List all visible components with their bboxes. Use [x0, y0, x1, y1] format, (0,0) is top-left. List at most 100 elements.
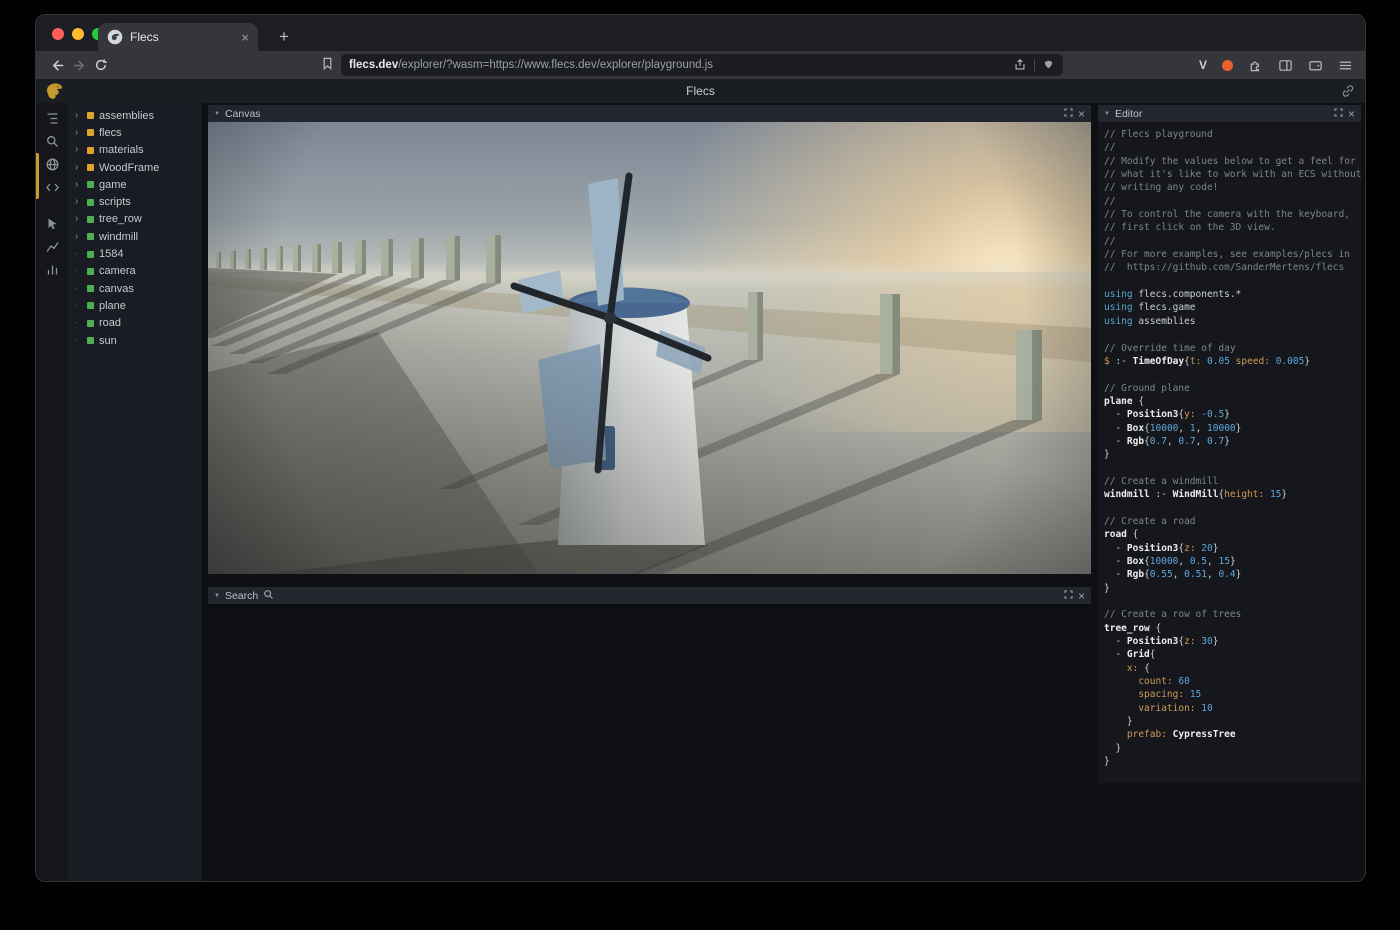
- extension-dot-icon[interactable]: [1222, 60, 1233, 71]
- canvas-panel-header: ▼ Canvas ×: [208, 105, 1091, 122]
- tree-item-flecs[interactable]: ›flecs: [68, 124, 202, 141]
- code-icon[interactable]: [36, 176, 68, 199]
- entity-kind-icon: [87, 268, 94, 275]
- close-window-button[interactable]: [52, 28, 64, 40]
- tree-item-road[interactable]: -road: [68, 315, 202, 332]
- tree-item-tree_row[interactable]: › tree_row: [68, 211, 202, 228]
- url-bar[interactable]: flecs.dev/explorer/?wasm=https://www.fle…: [341, 54, 1063, 76]
- editor-panel-title: Editor: [1115, 108, 1142, 120]
- entity-kind-icon: [87, 181, 94, 188]
- 3d-scene[interactable]: [208, 122, 1091, 574]
- url-text[interactable]: flecs.dev/explorer/?wasm=https://www.fle…: [349, 59, 1013, 71]
- entity-kind-icon: [87, 164, 94, 171]
- editor-code[interactable]: // Flecs playground//// Modify the value…: [1098, 122, 1361, 779]
- tree-item-label: 1584: [99, 248, 123, 260]
- tab-bar: Flecs × +: [36, 15, 1365, 51]
- wallet-icon[interactable]: [1308, 58, 1323, 73]
- leaf-dash-icon: -: [75, 337, 82, 345]
- tree-item-windmill[interactable]: › windmill: [68, 228, 202, 245]
- search-results-area[interactable]: [208, 604, 1091, 881]
- entity-kind-icon: [87, 147, 94, 154]
- back-button[interactable]: [46, 54, 68, 76]
- entity-tree-icon[interactable]: [36, 107, 68, 130]
- view-icon-strip: [36, 103, 68, 882]
- world-icon[interactable]: [36, 153, 68, 176]
- expand-arrow-icon[interactable]: ›: [75, 145, 82, 155]
- reload-button[interactable]: [90, 54, 112, 76]
- tree-item-label: assemblies: [99, 110, 154, 122]
- tree-item-canvas[interactable]: -canvas: [68, 280, 202, 297]
- minimize-window-button[interactable]: [72, 28, 84, 40]
- magnifier-icon: [263, 589, 274, 603]
- tree-item-label: WoodFrame: [99, 162, 159, 174]
- tree-item-plane[interactable]: -plane: [68, 297, 202, 314]
- tree-item-sun[interactable]: - sun: [68, 332, 202, 349]
- expand-arrow-icon[interactable]: ›: [75, 128, 82, 138]
- flecs-explorer-page: Flecs: [36, 79, 1365, 882]
- tree-item-assemblies[interactable]: › assemblies: [68, 107, 202, 124]
- tree-item-scripts[interactable]: ›scripts: [68, 193, 202, 210]
- browser-toolbar: flecs.dev/explorer/?wasm=https://www.fle…: [36, 51, 1365, 79]
- tab-close-icon[interactable]: ×: [241, 31, 249, 44]
- new-tab-button[interactable]: +: [272, 25, 296, 49]
- search-icon[interactable]: [36, 130, 68, 153]
- share-icon[interactable]: [1013, 58, 1027, 72]
- expand-arrow-icon[interactable]: ›: [75, 180, 82, 190]
- bookmark-sidebar-icon[interactable]: [320, 56, 338, 74]
- entity-kind-icon: [87, 251, 94, 258]
- tree-item-1584[interactable]: -1584: [68, 245, 202, 262]
- forward-button[interactable]: [68, 54, 90, 76]
- permalink-icon[interactable]: [1341, 84, 1355, 98]
- url-path: /explorer/?wasm=https://www.flecs.dev/ex…: [398, 59, 713, 71]
- flecs-logo-icon[interactable]: [44, 81, 64, 101]
- vpn-icon[interactable]: V: [1199, 58, 1207, 72]
- browser-window: Flecs × + flecs.dev/explorer/?wasm=https…: [35, 14, 1366, 882]
- chart-icon[interactable]: [36, 235, 68, 258]
- close-panel-icon[interactable]: ×: [1348, 108, 1355, 120]
- search-panel: ▼ Search ×: [208, 587, 1091, 881]
- tab-favicon-icon: [107, 29, 123, 45]
- expand-panel-icon[interactable]: [1334, 108, 1343, 120]
- divider: [1034, 59, 1035, 72]
- tree-item-label: windmill: [99, 231, 138, 243]
- editor-panel: ▼ Editor × // Flecs playground//// Modif…: [1098, 105, 1361, 783]
- expand-panel-icon[interactable]: [1064, 108, 1073, 120]
- entity-kind-icon: [87, 337, 94, 344]
- entity-kind-icon: [87, 302, 94, 309]
- tree-item-camera[interactable]: -camera: [68, 263, 202, 280]
- expand-arrow-icon[interactable]: ›: [75, 111, 82, 121]
- tree-item-label: tree_row: [99, 213, 142, 225]
- expand-arrow-icon[interactable]: ›: [75, 214, 82, 224]
- close-panel-icon[interactable]: ×: [1078, 590, 1085, 602]
- leaf-dash-icon: -: [75, 267, 82, 275]
- collapse-chevron-icon[interactable]: ▼: [1104, 111, 1110, 117]
- entity-kind-icon: [87, 233, 94, 240]
- tree-item-label: road: [99, 317, 121, 329]
- expand-arrow-icon[interactable]: ›: [75, 163, 82, 173]
- expand-arrow-icon[interactable]: ›: [75, 232, 82, 242]
- browser-tab[interactable]: Flecs ×: [98, 23, 258, 51]
- menu-hamburger-icon[interactable]: [1338, 58, 1353, 73]
- tree-item-game[interactable]: ›game: [68, 176, 202, 193]
- tree-item-label: sun: [99, 335, 117, 347]
- stats-icon[interactable]: [36, 258, 68, 281]
- entity-kind-icon: [87, 199, 94, 206]
- side-panel-icon[interactable]: [1278, 58, 1293, 73]
- canvas-3d-view[interactable]: [208, 122, 1091, 574]
- expand-panel-icon[interactable]: [1064, 590, 1073, 602]
- toolbar-extensions: V: [1199, 51, 1353, 79]
- page-title: Flecs: [36, 79, 1365, 103]
- collapse-chevron-icon[interactable]: ▼: [214, 593, 220, 599]
- close-panel-icon[interactable]: ×: [1078, 108, 1085, 120]
- expand-arrow-icon[interactable]: ›: [75, 197, 82, 207]
- search-panel-title: Search: [225, 590, 258, 602]
- tree-item-WoodFrame[interactable]: › WoodFrame: [68, 159, 202, 176]
- entity-kind-icon: [87, 112, 94, 119]
- shield-icon[interactable]: [1042, 59, 1055, 72]
- collapse-chevron-icon[interactable]: ▼: [214, 111, 220, 117]
- tree-item-materials[interactable]: ›materials: [68, 142, 202, 159]
- extensions-puzzle-icon[interactable]: [1248, 58, 1263, 73]
- tree-item-label: canvas: [99, 283, 134, 295]
- inspect-icon[interactable]: [36, 212, 68, 235]
- tree-item-label: plane: [99, 300, 126, 312]
